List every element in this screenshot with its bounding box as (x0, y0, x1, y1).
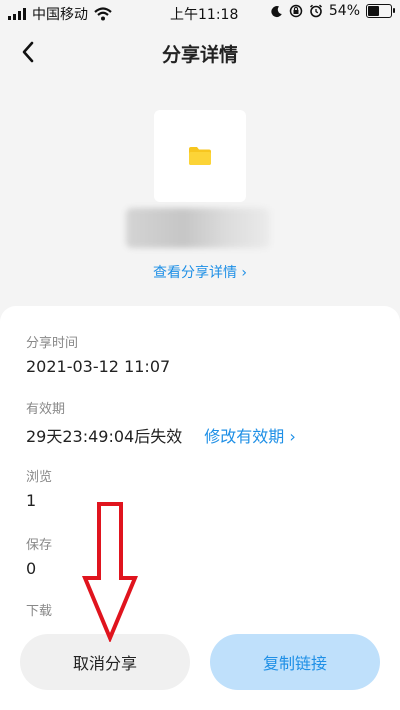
share-time-label: 分享时间 (26, 336, 79, 351)
wifi-icon (94, 7, 112, 21)
modify-validity-link[interactable]: 修改有效期 › (204, 427, 296, 446)
battery-percent: 54% (328, 3, 360, 19)
validity-row: 有效期 29天23:49:04后失效 修改有效期 › (26, 398, 296, 447)
file-thumbnail (154, 110, 246, 202)
downloads-label: 下载 (26, 604, 53, 619)
downloads-row: 下载 (26, 600, 52, 619)
view-share-detail-link[interactable]: 查看分享详情 › (0, 262, 400, 282)
share-time-value: 2021-03-12 11:07 (26, 357, 171, 376)
validity-value: 29天23:49:04后失效 (26, 427, 183, 446)
share-time-row: 分享时间 2021-03-12 11:07 (26, 332, 170, 376)
views-value: 1 (26, 491, 37, 510)
blurred-file-name (126, 208, 270, 248)
folder-icon (189, 147, 211, 165)
navigation-bar: 分享详情 (0, 26, 400, 80)
saves-row: 保存 0 (26, 534, 52, 578)
status-bar: 中国移动 上午11:18 54% (0, 0, 400, 26)
rotation-lock-icon (289, 4, 303, 18)
saves-label: 保存 (26, 538, 53, 553)
signal-icon (8, 8, 26, 20)
views-label: 浏览 (26, 470, 53, 485)
saves-value: 0 (26, 559, 37, 578)
moon-icon (271, 5, 282, 17)
validity-label: 有效期 (26, 402, 66, 417)
views-row: 浏览 1 (26, 466, 52, 510)
cancel-share-button[interactable]: 取消分享 (20, 634, 190, 690)
carrier-label: 中国移动 (32, 7, 88, 23)
copy-link-button[interactable]: 复制链接 (210, 634, 380, 690)
battery-icon (366, 4, 395, 18)
status-time: 上午11:18 (170, 7, 239, 23)
page-title: 分享详情 (161, 44, 238, 66)
alarm-icon (309, 4, 322, 18)
